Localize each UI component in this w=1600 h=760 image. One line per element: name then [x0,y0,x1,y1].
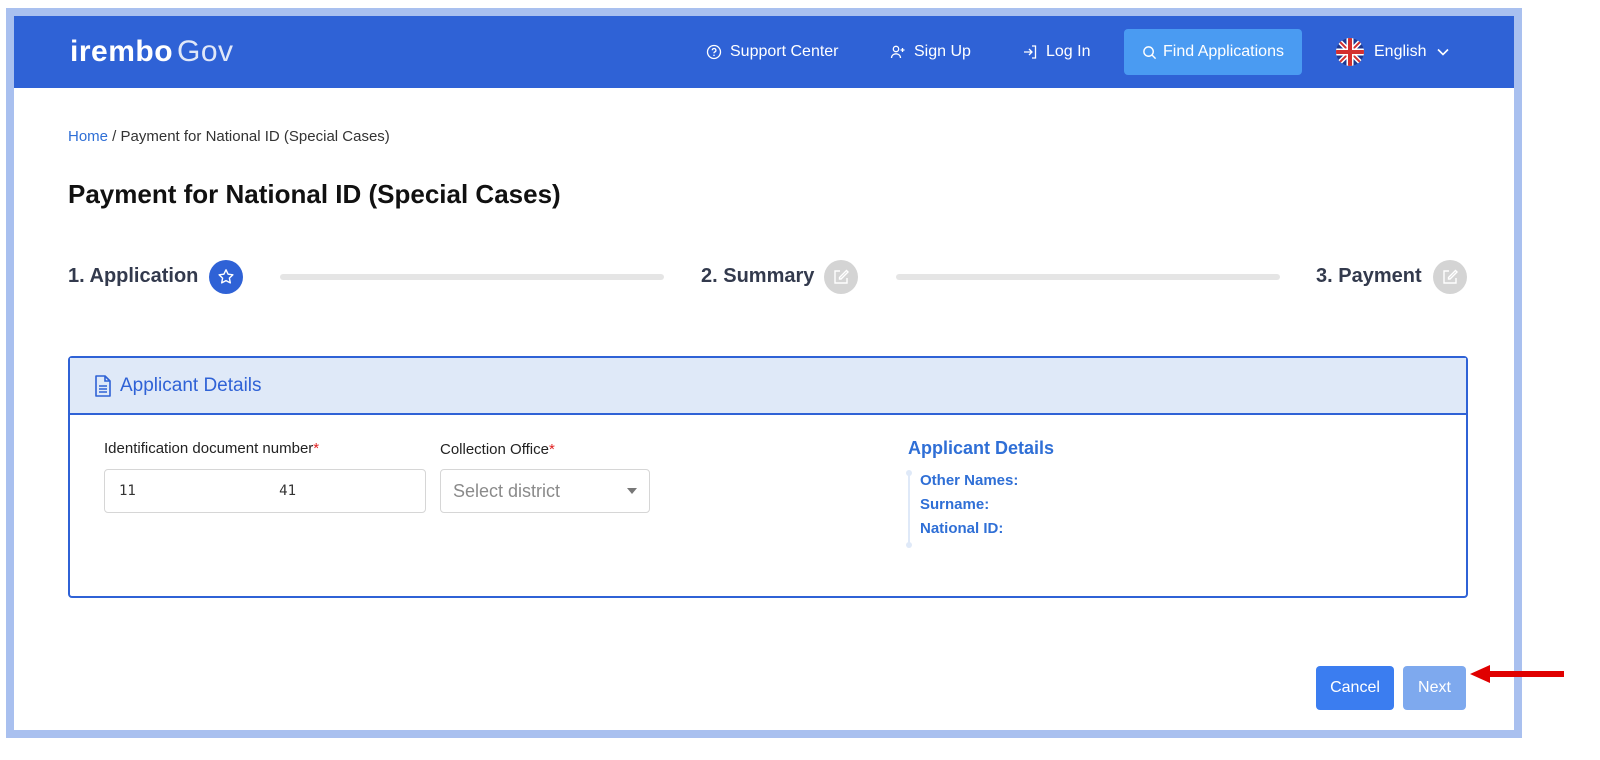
step-application-label: 1. Application [68,265,199,287]
id-number-label: Identification document number* [104,440,319,457]
star-icon [218,269,234,284]
applicant-details-list: Other Names: Surname: National ID: [906,470,1128,548]
sign-up-label: Sign Up [914,43,971,60]
required-asterisk: * [548,441,555,458]
find-applications-button[interactable]: Find Applications [1124,29,1302,75]
surname-label: Surname: [920,496,990,513]
timeline-dot [906,542,912,548]
support-center-label: Support Center [730,43,839,60]
logo-text-gov: Gov [177,35,234,68]
cancel-button[interactable]: Cancel [1316,666,1394,710]
breadcrumb-current: Payment for National ID (Special Cases) [120,128,390,145]
step-payment-label: 3. Payment [1316,265,1422,287]
edit-icon [834,269,849,284]
login-icon [1024,45,1037,59]
id-number-label-text: Identification document number [104,440,314,457]
top-navbar: irembo Gov Support Center Sign Up Log In … [14,16,1514,88]
national-id-label: National ID: [920,520,1004,537]
timeline-dot [906,470,912,476]
step-summary-indicator[interactable] [824,260,858,294]
step-application-indicator[interactable] [209,260,243,294]
breadcrumb-home-link[interactable]: Home [68,128,108,145]
uk-flag-icon [1336,38,1364,66]
help-circle-icon [706,44,722,60]
id-number-value: 11 41 [119,483,297,499]
collection-office-label: Collection Office* [440,441,555,458]
log-in-label: Log In [1046,43,1091,60]
details-timeline-rail [908,472,910,546]
edit-icon [1443,269,1458,284]
step-connector-1 [280,274,664,280]
page-title: Payment for National ID (Special Cases) [68,179,561,209]
required-asterisk: * [313,440,320,457]
breadcrumb: Home / Payment for National ID (Special … [68,128,390,145]
collection-office-select[interactable]: Select district [440,469,650,513]
support-center-link[interactable]: Support Center [706,42,839,62]
irembo-logo[interactable]: irembo Gov [70,34,234,70]
language-label: English [1374,43,1427,60]
log-in-link[interactable]: Log In [1022,42,1090,62]
breadcrumb-separator: / [108,128,121,145]
chevron-down-icon [1437,48,1450,56]
applicant-details-heading: Applicant Details [908,438,1055,458]
card-header: Applicant Details [70,358,1466,415]
collection-office-placeholder: Select district [453,480,561,501]
step-connector-2 [896,274,1280,280]
step-payment-indicator[interactable] [1433,260,1467,294]
collection-office-label-text: Collection Office [440,441,549,458]
applicant-details-card: Applicant Details Identification documen… [68,356,1468,598]
document-icon [95,374,111,397]
annotation-arrow-icon [1470,665,1564,683]
language-selector[interactable]: English [1336,38,1450,66]
sign-up-link[interactable]: Sign Up [890,42,971,62]
card-title: Applicant Details [120,374,262,396]
screenshot-frame: irembo Gov Support Center Sign Up Log In … [6,8,1522,738]
next-button[interactable]: Next [1403,666,1466,710]
logo-text-irembo: irembo [70,35,174,68]
other-names-label: Other Names: [920,472,1019,489]
caret-down-icon [627,488,637,494]
id-number-input[interactable]: 11 41 [104,469,426,513]
find-applications-label: Find Applications [1163,43,1284,60]
search-icon [1143,45,1157,59]
step-summary-label: 2. Summary [701,265,815,287]
user-plus-icon [890,45,905,59]
